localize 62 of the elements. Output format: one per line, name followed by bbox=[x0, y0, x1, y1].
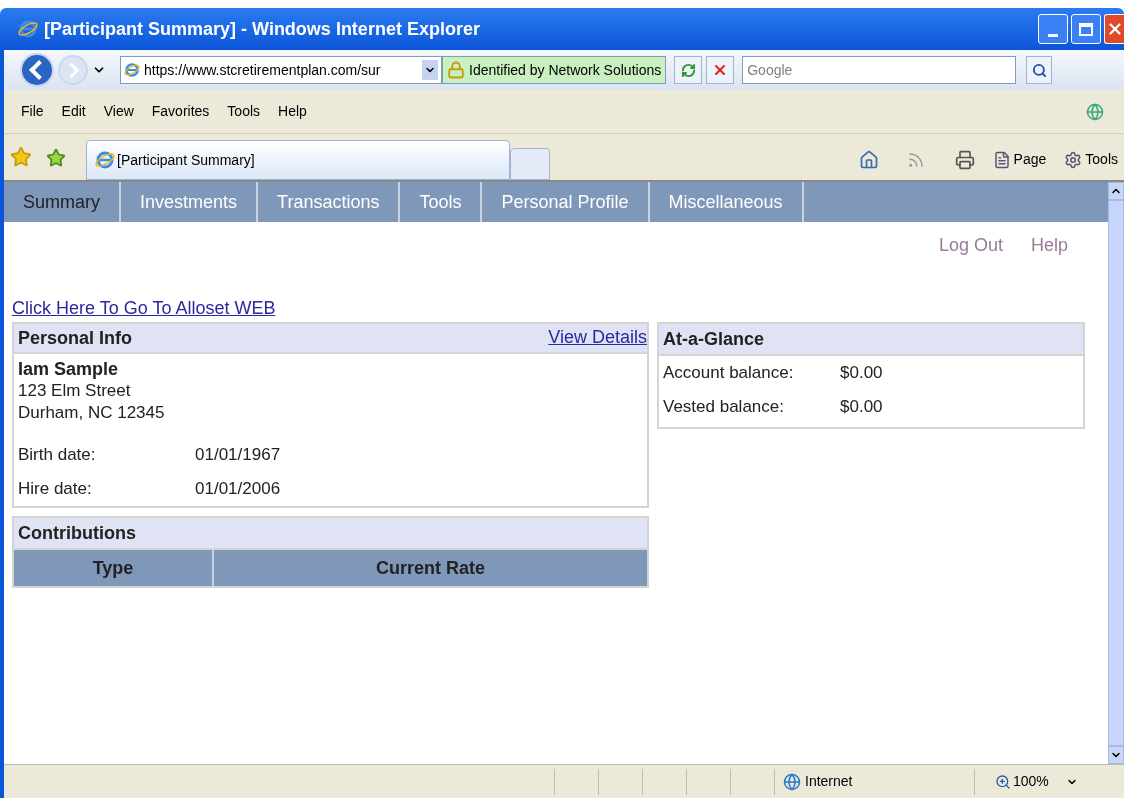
top-link[interactable]: Log Out bbox=[938, 232, 1003, 259]
search-field[interactable]: Google bbox=[742, 56, 1017, 84]
zoom-button[interactable]: 100% bbox=[995, 771, 1049, 792]
add-favorite-icon[interactable] bbox=[46, 148, 66, 168]
back-button[interactable] bbox=[20, 53, 54, 87]
top-link[interactable]: Help bbox=[1030, 232, 1068, 259]
panel-title: Personal Info bbox=[18, 326, 133, 350]
address-line: Durham, NC 12345 bbox=[18, 402, 166, 424]
balance-value: $0.00 bbox=[840, 395, 883, 418]
address-dropdown-icon[interactable] bbox=[422, 60, 438, 80]
nav-tab[interactable]: Summary bbox=[4, 182, 121, 222]
browser-logo-icon bbox=[124, 62, 140, 78]
search-icon bbox=[1031, 62, 1047, 78]
address-line: 123 Elm Street bbox=[18, 380, 132, 402]
url-text: https://www.stcretirementplan.com/sur bbox=[144, 60, 382, 80]
stop-button[interactable] bbox=[706, 56, 735, 84]
zoom-icon bbox=[995, 773, 1011, 790]
print-icon[interactable] bbox=[954, 149, 975, 170]
close-button[interactable] bbox=[1104, 14, 1124, 44]
browser-logo-icon bbox=[18, 19, 38, 39]
menu-item[interactable]: Favorites bbox=[142, 101, 219, 122]
feed-icon[interactable] bbox=[906, 150, 925, 169]
field-value: 01/01/1967 bbox=[195, 444, 281, 466]
menu-item[interactable]: Edit bbox=[52, 101, 95, 122]
column-header: Current Rate bbox=[214, 550, 647, 586]
globe-icon[interactable] bbox=[1086, 102, 1104, 121]
padlock-icon bbox=[447, 61, 465, 79]
scrollbar[interactable] bbox=[1108, 182, 1124, 764]
minimize-button[interactable] bbox=[1038, 14, 1068, 44]
panel-title: Contributions bbox=[18, 521, 136, 545]
participant-name: Iam Sample bbox=[18, 358, 120, 380]
security-badge[interactable]: Identified by Network Solutions bbox=[442, 56, 667, 84]
page-menu-button[interactable]: Page bbox=[992, 149, 1047, 170]
settings-icon bbox=[1064, 150, 1083, 169]
zone-globe-icon bbox=[783, 772, 801, 791]
field-value: 01/01/2006 bbox=[195, 478, 281, 500]
search-button[interactable] bbox=[1026, 56, 1053, 84]
tools-menu-button[interactable]: Tools bbox=[1064, 149, 1118, 170]
view-details-link[interactable]: View Details bbox=[548, 324, 647, 351]
balance-value: $0.00 bbox=[840, 362, 883, 384]
menu-item[interactable]: View bbox=[94, 101, 143, 122]
panel-title: At-a-Glance bbox=[663, 327, 765, 351]
menu-item[interactable]: File bbox=[12, 101, 53, 122]
address-field[interactable]: https://www.stcretirementplan.com/sur bbox=[120, 56, 442, 84]
browser-tab[interactable]: [Participant Summary] bbox=[86, 140, 510, 180]
maximize-button[interactable] bbox=[1071, 14, 1101, 44]
menu-item[interactable]: Help bbox=[269, 101, 316, 122]
column-header: Type bbox=[14, 550, 214, 586]
balance-label: Vested balance: bbox=[663, 395, 785, 418]
page-icon bbox=[992, 150, 1011, 169]
balance-label: Account balance: bbox=[663, 362, 795, 384]
refresh-button[interactable] bbox=[674, 56, 703, 84]
window-title: [Participant Summary] - Windows Internet Explorer bbox=[44, 17, 480, 41]
browser-logo-icon bbox=[95, 150, 115, 170]
alloset-link[interactable]: Click Here To Go To Alloset WEB bbox=[12, 295, 276, 322]
field-label: Hire date: bbox=[18, 478, 93, 500]
menu-item[interactable]: Tools bbox=[218, 101, 270, 122]
field-label: Birth date: bbox=[18, 444, 97, 466]
refresh-icon bbox=[680, 62, 696, 78]
favorites-star-icon[interactable] bbox=[10, 146, 32, 168]
home-icon[interactable] bbox=[858, 149, 879, 170]
security-zone: Internet bbox=[805, 772, 853, 791]
